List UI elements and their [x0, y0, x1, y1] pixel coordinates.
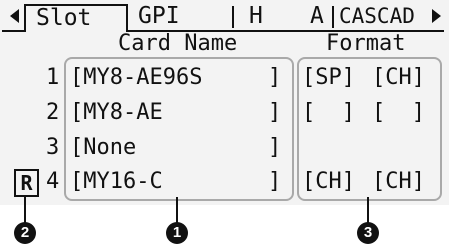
- card-name-field[interactable]: [MY16-C: [70, 169, 163, 195]
- slot-number: 2: [46, 100, 60, 125]
- tab-slot[interactable]: Slot: [24, 4, 128, 32]
- tab-a-label: A: [310, 3, 324, 29]
- scroll-right-icon[interactable]: [432, 9, 441, 23]
- card-name-field[interactable]: [MY8-AE: [70, 100, 163, 126]
- tab-separator: [332, 6, 334, 28]
- tab-h-label: H: [249, 3, 263, 29]
- format-field-1[interactable]: [CH]: [302, 169, 355, 195]
- callout-leader: [176, 197, 178, 225]
- format-field-2[interactable]: [ ]: [372, 100, 425, 126]
- scroll-left-icon[interactable]: [10, 9, 19, 23]
- bracket-close: ]: [268, 65, 282, 90]
- tab-cascade[interactable]: CASCAD: [339, 4, 415, 28]
- slot-number: 3: [46, 135, 60, 160]
- callout-1: 1: [166, 222, 188, 244]
- bracket-close: ]: [268, 135, 282, 160]
- callout-3: 3: [357, 222, 379, 244]
- card-name-header: Card Name: [118, 31, 238, 56]
- format-field-2[interactable]: [CH]: [372, 169, 425, 195]
- tab-h[interactable]: H: [249, 4, 263, 28]
- slot-number: 4: [46, 169, 60, 194]
- callout-leader: [367, 197, 369, 225]
- lcd-screen: Slot GPI H A CASCAD Card Name Format 1 […: [0, 0, 449, 205]
- tab-gpi-label: GPI: [138, 3, 180, 29]
- card-name-field[interactable]: [MY8-AE96S: [70, 65, 202, 91]
- format-field-2[interactable]: [CH]: [372, 65, 425, 91]
- tab-a[interactable]: A: [310, 4, 324, 28]
- bracket-close: ]: [268, 100, 282, 125]
- tab-strip: Slot GPI H A CASCAD: [2, 2, 444, 32]
- r-indicator: R: [14, 169, 39, 197]
- bracket-close: ]: [268, 169, 282, 194]
- tab-gpi[interactable]: GPI: [138, 4, 180, 28]
- card-name-field[interactable]: [None: [70, 135, 136, 161]
- format-field-1[interactable]: [ ]: [302, 100, 355, 126]
- tab-cascade-label: CASCAD: [339, 4, 415, 28]
- tab-separator: [232, 6, 234, 28]
- format-field-1[interactable]: [SP]: [302, 65, 355, 91]
- callout-2: 2: [14, 222, 36, 244]
- format-header: Format: [326, 31, 406, 56]
- slot-number: 1: [46, 65, 60, 90]
- tab-slot-label: Slot: [36, 5, 92, 31]
